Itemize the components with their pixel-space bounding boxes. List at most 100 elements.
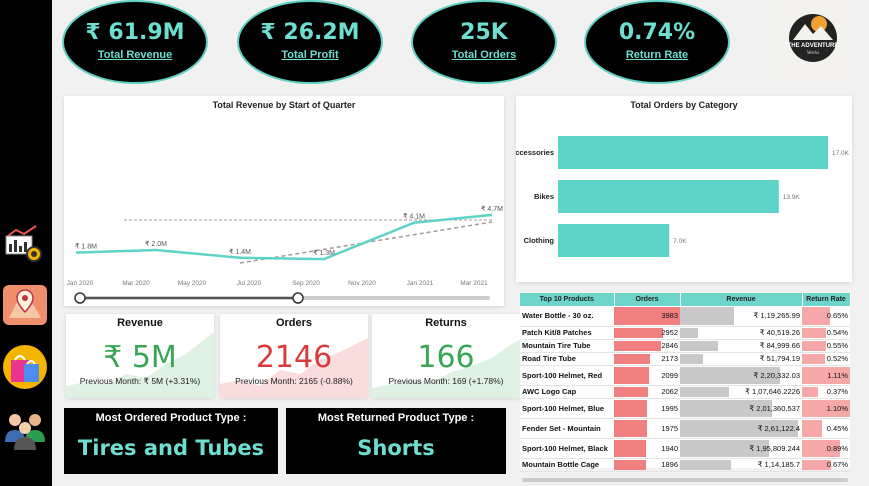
cell-product: Fender Set - Mountain [520,418,614,439]
dashboard: ₹ 61.9M Total Revenue ₹ 26.2M Total Prof… [0,0,869,486]
column-header-product[interactable]: Top 10 Products [520,293,615,306]
category-label: Bikes [534,192,554,201]
cell-return-rate: 0.67% [802,458,850,472]
users-icon[interactable] [2,404,48,450]
cell-orders: 2173 [614,352,680,366]
column-header-revenue[interactable]: Revenue [680,293,803,306]
category-bar[interactable] [558,224,670,257]
cell-product: Sport-100 Helmet, Red [520,365,614,386]
cell-revenue: ₹ 2,20,332.03 [680,365,802,386]
data-label: ₹ 4.7M [481,205,503,213]
table-row[interactable]: Sport-100 Helmet, Blue 1995 ₹ 2,01,360.537… [520,398,850,419]
x-tick-label: Jan 2021 [407,280,434,287]
sidebar [0,0,52,486]
cell-return-rate: 0.54% [802,326,850,340]
kpi-return-rate: 0.74% Return Rate [584,0,730,84]
cell-revenue: ₹ 1,19,265.99 [680,306,802,327]
card-title: Revenue [117,317,163,329]
card-title: Returns [425,317,467,329]
category-label: Accessories [516,148,554,157]
product-type-label: Most Ordered Product Type : [95,412,247,424]
column-header-return-rate[interactable]: Return Rate [802,293,851,306]
cell-return-rate: 0.55% [802,339,850,353]
x-tick-label: Mar 2021 [460,280,488,287]
cell-orders: 2952 [614,326,680,340]
card-value: ₹ 5M [103,340,177,375]
card-comparison: Previous Month: ₹ 5M (+3.31%) [79,376,201,386]
table-row[interactable]: Sport-100 Helmet, Red 2099 ₹ 2,20,332.03 1.… [520,365,850,386]
product-type-value: Shorts [357,436,435,460]
table-scrollbar[interactable] [522,478,848,482]
cell-revenue: ₹ 84,999.66 [680,339,802,353]
data-label: ₹ 2.0M [145,240,167,248]
cell-orders: 3983 [614,306,680,327]
returns-card: Returns 166 Previous Month: 169 (+1.78%) [372,314,520,398]
data-label: ₹ 1.8M [75,243,97,251]
data-label: 7.0K [673,238,687,245]
kpi-total-revenue: ₹ 61.9M Total Revenue [62,0,208,84]
data-label: ₹ 1.4M [229,248,251,256]
cell-revenue: ₹ 1,95,809.244 [680,438,802,459]
card-comparison: Previous Month: 2165 (-0.88%) [235,376,353,386]
table-row[interactable]: Fender Set - Mountain 1975 ₹ 2,61,122.4 0.4… [520,418,850,439]
revenue-card: Revenue ₹ 5M Previous Month: ₹ 5M (+3.31… [66,314,214,398]
cell-return-rate: 0.45% [802,418,850,439]
cell-product: Water Bottle - 30 oz. [520,306,614,327]
x-tick-label: Mar 2020 [122,280,150,287]
cell-orders: 1995 [614,398,680,419]
x-tick-label: Jul 2020 [237,280,262,287]
cell-product: Sport-100 Helmet, Black [520,438,614,459]
cell-orders: 2062 [614,385,680,399]
analytics-icon[interactable] [2,222,48,268]
cell-return-rate: 0.65% [802,306,850,327]
cell-return-rate: 0.89% [802,438,850,459]
table-row[interactable]: Mountain Tire Tube 2846 ₹ 84,999.66 0.55% [520,339,850,353]
cell-orders: 1940 [614,438,680,459]
kpi-label[interactable]: Total Orders [413,49,555,61]
revenue-line-chart[interactable]: ₹ 1.8M ₹ 2.0M ₹ 1.4M ₹ 1.3M ₹ 4.1M ₹ 4.7M Jan… [64,106,504,306]
table-row[interactable]: Sport-100 Helmet, Black 1940 ₹ 1,95,809.24… [520,438,850,459]
cell-revenue: ₹ 51,794.19 [680,352,802,366]
cell-return-rate: 1.10% [802,398,850,419]
slider-end-handle[interactable] [292,292,304,304]
table-row[interactable]: AWC Logo Cap 2062 ₹ 1,07,646.2226 0.37% [520,385,850,399]
slider-start-handle[interactable] [74,292,86,304]
cell-revenue: ₹ 1,07,646.2226 [680,385,802,399]
logo-card: THE ADVENTURE Works [771,0,855,80]
company-logo: THE ADVENTURE Works [788,14,838,62]
cell-orders: 1975 [614,418,680,439]
cell-revenue: ₹ 40,519.26 [680,326,802,340]
cell-product: Patch Kit/8 Patches [520,326,614,340]
category-label: Clothing [524,236,555,245]
shopping-bag-icon[interactable] [2,344,48,390]
card-value: 166 [417,340,475,375]
table-row[interactable]: Water Bottle - 30 oz. 3983 ₹ 1,19,265.99 0.… [520,306,850,327]
kpi-label[interactable]: Total Revenue [64,49,206,61]
kpi-value: 25K [460,20,508,45]
table-row[interactable]: Road Tire Tube 2173 ₹ 51,794.19 0.52% [520,352,850,366]
kpi-label[interactable]: Return Rate [586,49,728,61]
column-header-orders[interactable]: Orders [614,293,681,306]
x-tick-label: Nov 2020 [348,280,376,287]
revenue-series-line [75,213,493,261]
most-ordered-product-type: Most Ordered Product Type : Tires and Tu… [64,408,278,474]
cell-revenue: ₹ 2,61,122.4 [680,418,802,439]
cell-return-rate: 0.37% [802,385,850,399]
kpi-label[interactable]: Total Profit [239,49,381,61]
data-label: ₹ 4.1M [403,213,425,221]
cell-return-rate: 0.52% [802,352,850,366]
map-location-icon[interactable] [2,282,48,328]
category-bar[interactable] [558,180,779,213]
kpi-total-profit: ₹ 26.2M Total Profit [237,0,383,84]
table-row[interactable]: Mountain Bottle Cage 1896 ₹ 1,14,185.7 0.67… [520,458,850,472]
category-bar-chart[interactable]: Accessories 17.0K Bikes 13.9K Clothing 7.0K [516,106,852,282]
cell-product: Sport-100 Helmet, Blue [520,398,614,419]
x-tick-label: Sep 2020 [292,280,320,287]
kpi-value: ₹ 26.2M [260,20,360,45]
top-products-table: Top 10 Products Orders Revenue Return Ra… [520,293,851,472]
kpi-value: ₹ 61.9M [85,20,185,45]
category-bar[interactable] [558,136,828,169]
product-type-label: Most Returned Product Type : [317,412,475,424]
table-row[interactable]: Patch Kit/8 Patches 2952 ₹ 40,519.26 0.54% [520,326,850,340]
data-label: 17.0K [832,150,850,157]
